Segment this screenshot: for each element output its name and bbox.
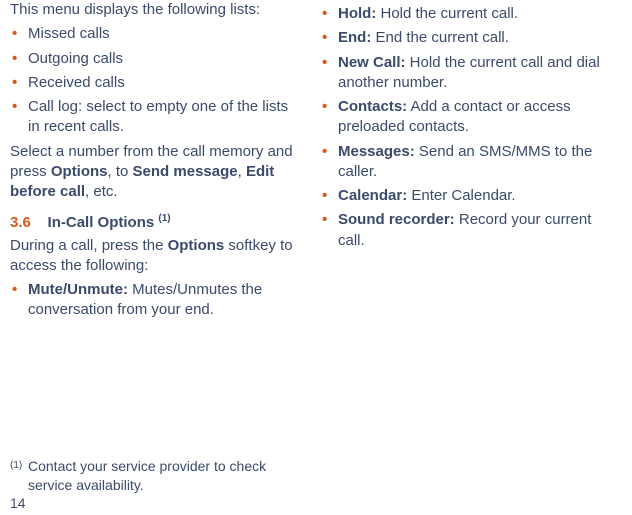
during-call-paragraph: During a call, press the Options softkey… [10,236,302,277]
incall-list-left: Mute/Unmute: Mutes/Unmutes the conversat… [10,280,302,321]
item-label: Contacts: [338,98,407,115]
left-column: This menu displays the following lists: … [10,0,316,515]
select-paragraph: Select a number from the call memory and… [10,142,302,203]
footnote: (1) Contact your service provider to che… [10,457,310,495]
item-desc: End the current call. [371,29,509,46]
item-desc: Enter Calendar. [407,187,515,204]
text: , etc. [85,183,118,200]
item-label: New Call: [338,54,406,71]
options-word: Options [168,237,225,254]
text: , to [108,163,133,180]
menu-list: Missed calls Outgoing calls Received cal… [10,24,302,137]
list-item: Mute/Unmute: Mutes/Unmutes the conversat… [10,280,302,321]
page-number: 14 [10,494,26,513]
list-item: Calendar: Enter Calendar. [320,186,622,206]
item-label: Mute/Unmute: [28,281,128,298]
item-label: End: [338,29,371,46]
item-desc: Hold the current call. [376,5,518,22]
list-item: Contacts: Add a contact or access preloa… [320,97,622,138]
list-item: Messages: Send an SMS/MMS to the caller. [320,142,622,183]
send-message-word: Send message [133,163,238,180]
list-item: Outgoing calls [10,49,302,69]
page: This menu displays the following lists: … [0,0,632,515]
incall-list-right: Hold: Hold the current call. End: End th… [320,4,622,251]
right-column: Hold: Hold the current call. End: End th… [316,0,622,515]
text: During a call, press the [10,237,168,254]
text: , [238,163,246,180]
item-label: Hold: [338,5,376,22]
footnote-text: Contact your service provider to check s… [28,457,310,495]
section-title: In-Call Options [48,214,159,231]
options-word: Options [51,163,108,180]
item-label: Messages: [338,143,415,160]
list-item: New Call: Hold the current call and dial… [320,53,622,94]
item-label: Calendar: [338,187,407,204]
section-number: 3.6 [10,214,31,231]
section-sup: (1) [158,213,170,224]
list-item: Sound recorder: Record your current call… [320,210,622,251]
footnote-mark: (1) [10,457,28,495]
list-item: Call log: select to empty one of the lis… [10,97,302,138]
list-item: Received calls [10,73,302,93]
list-item: Missed calls [10,24,302,44]
section-heading: 3.6 In-Call Options (1) [10,212,302,233]
list-item: Hold: Hold the current call. [320,4,622,24]
list-item: End: End the current call. [320,28,622,48]
intro-text: This menu displays the following lists: [10,0,302,20]
item-label: Sound recorder: [338,211,455,228]
